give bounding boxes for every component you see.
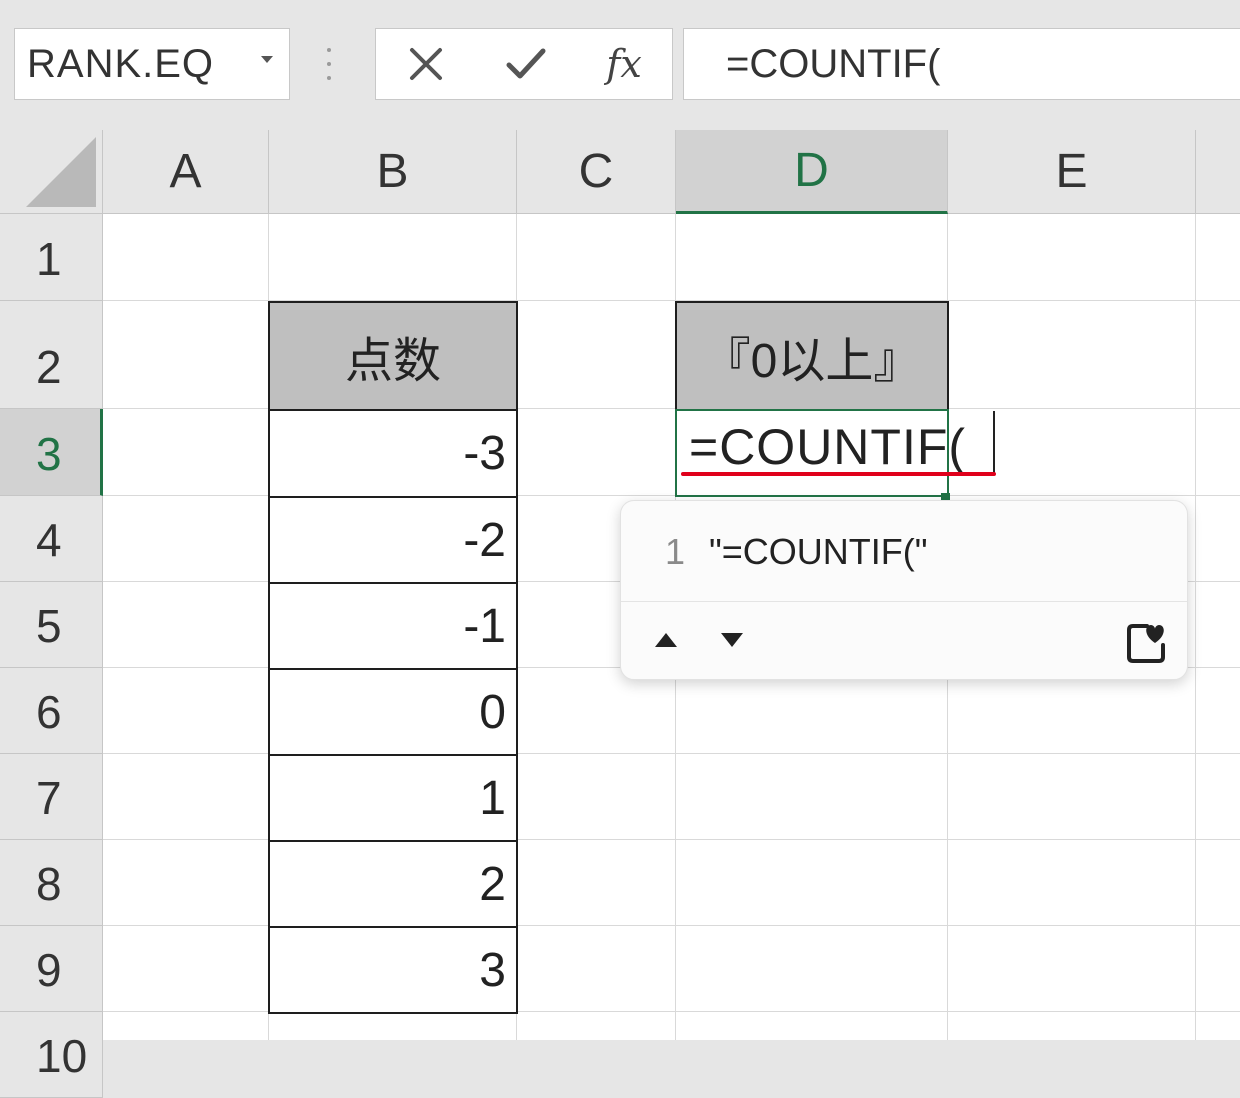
insert-function-button[interactable]: fx xyxy=(594,29,654,99)
name-box[interactable]: RANK.EQ xyxy=(14,28,290,100)
cell-b3[interactable]: -3 xyxy=(268,409,518,498)
name-box-value: RANK.EQ xyxy=(27,41,215,86)
cell-b6[interactable]: 0 xyxy=(268,668,518,756)
triangle-up-icon[interactable] xyxy=(655,633,677,647)
cell-b7[interactable]: 1 xyxy=(268,754,518,842)
gridline xyxy=(1195,214,1196,1040)
enter-button[interactable] xyxy=(496,29,556,99)
cancel-button[interactable] xyxy=(396,29,456,99)
suggestion-text: "=COUNTIF(" xyxy=(709,531,928,572)
row-header-1[interactable]: 1 xyxy=(0,214,103,301)
row-header-2[interactable]: 2 xyxy=(0,301,103,409)
fx-icon: fx xyxy=(606,42,642,86)
row-header-3[interactable]: 3 xyxy=(0,409,103,496)
favorite-heart-icon[interactable] xyxy=(1125,619,1167,663)
check-icon xyxy=(506,48,546,79)
column-header-b[interactable]: B xyxy=(269,130,517,214)
autocomplete-popup: 1 "=COUNTIF(" xyxy=(620,500,1188,680)
row-header-10[interactable]: 10 xyxy=(0,1012,103,1098)
column-header-a[interactable]: A xyxy=(103,130,269,214)
formula-bar-buttons: fx xyxy=(375,28,673,100)
column-header-c[interactable]: C xyxy=(517,130,676,214)
cell-b9[interactable]: 3 xyxy=(268,926,518,1014)
cell-b5[interactable]: -1 xyxy=(268,582,518,670)
row-header-8[interactable]: 8 xyxy=(0,840,103,926)
row-header-7[interactable]: 7 xyxy=(0,754,103,840)
suggestion-index: 1 xyxy=(665,531,686,572)
column-header-e[interactable]: E xyxy=(948,130,1196,214)
cell-d2[interactable]: 『0以上』 xyxy=(675,301,949,411)
cell-b2[interactable]: 点数 xyxy=(268,301,518,411)
formula-input[interactable]: =COUNTIF( xyxy=(683,28,1240,100)
formula-bar-grip-icon[interactable] xyxy=(326,48,332,80)
suggestion-item[interactable]: 1 "=COUNTIF(" xyxy=(621,501,1187,601)
cell-b8[interactable]: 2 xyxy=(268,840,518,928)
column-header-d[interactable]: D xyxy=(676,130,948,214)
popup-divider xyxy=(621,601,1187,602)
name-box-dropdown-icon[interactable] xyxy=(261,56,273,63)
column-header-f[interactable] xyxy=(1196,130,1240,214)
select-all-corner[interactable] xyxy=(0,130,103,214)
x-icon xyxy=(410,48,442,80)
cell-b4[interactable]: -2 xyxy=(268,496,518,584)
row-header-9[interactable]: 9 xyxy=(0,926,103,1012)
triangle-down-icon[interactable] xyxy=(721,633,743,647)
row-header-6[interactable]: 6 xyxy=(0,668,103,754)
row-header-5[interactable]: 5 xyxy=(0,582,103,668)
row-header-4[interactable]: 4 xyxy=(0,496,103,582)
